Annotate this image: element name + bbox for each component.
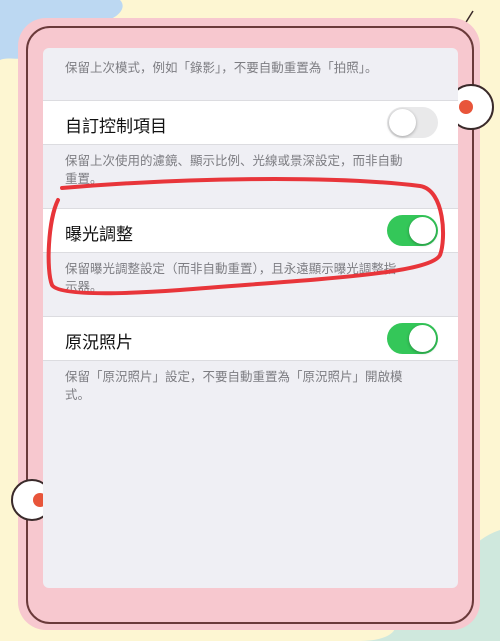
highlight-circle-annotation bbox=[46, 177, 446, 296]
